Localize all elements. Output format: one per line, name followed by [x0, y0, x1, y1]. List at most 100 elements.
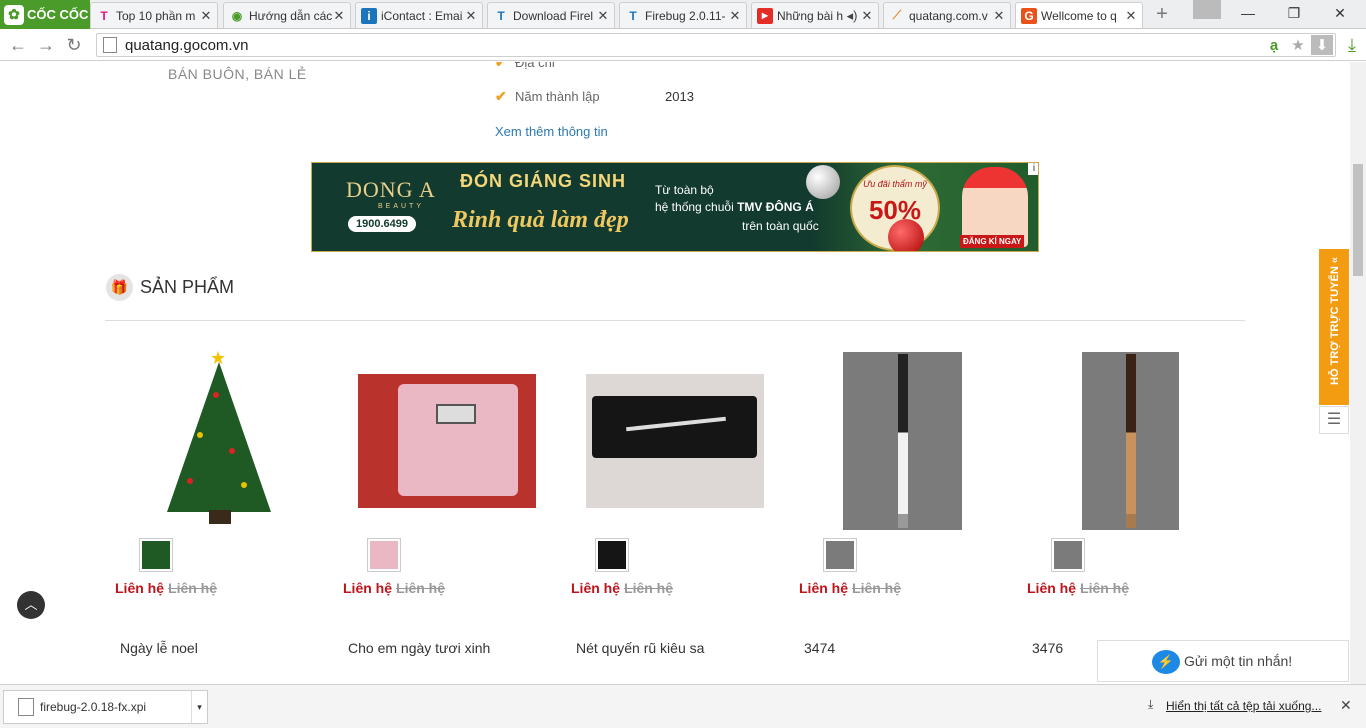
tab-strip: ✿ CỐC CỐC T Top 10 phần m ✕ ◉ Hướng dẫn … [0, 0, 1366, 29]
browser-tab[interactable]: ▶ Những bài h ◂) ✕ [751, 2, 879, 28]
product-name[interactable]: Nét quyến rũ kiêu sa [576, 640, 704, 656]
product-image[interactable] [843, 352, 962, 530]
ad-info-icon[interactable]: i [1028, 163, 1038, 175]
audio-icon[interactable]: ◂) [844, 8, 860, 24]
product-image[interactable] [1082, 352, 1179, 530]
messenger-widget[interactable]: ⚡ Gửi một tin nhắn! [1097, 640, 1349, 682]
banner-brand: DONG A [346, 177, 436, 202]
banner-brand-sub: BEAUTY [378, 203, 425, 210]
product-price: Liên hệ Liên hệ [115, 580, 217, 596]
scrollbar[interactable] [1350, 62, 1366, 684]
badge-text: Ưu đãi thẩm mỹ [863, 179, 927, 189]
back-arrow-icon[interactable]: ← [6, 34, 30, 56]
close-tab-icon[interactable]: ✕ [860, 8, 874, 24]
price-old: Liên hệ [1080, 580, 1130, 596]
banner-slogan: Rinh quà làm đẹp [452, 207, 629, 233]
promo-banner[interactable]: DONG A BEAUTY 1900.6499 ĐÓN GIÁNG SINH R… [311, 162, 1039, 252]
close-icon[interactable]: ✕ [1340, 697, 1352, 714]
vietnamese-input-icon[interactable]: ạ [1263, 35, 1285, 55]
support-tab-label: HỖ TRỢ TRỰC TUYẾN « [1329, 257, 1341, 385]
close-tab-icon[interactable]: ✕ [992, 8, 1006, 24]
price-current: Liên hệ [799, 580, 849, 596]
product-price: Liên hệ Liên hệ [343, 580, 445, 596]
info-row-founded: ✔ Năm thành lập 2013 [495, 88, 694, 105]
close-tab-icon[interactable]: ✕ [332, 8, 346, 24]
product-name[interactable]: 3474 [804, 640, 835, 656]
product-thumbnail[interactable] [823, 538, 857, 572]
browser-tab[interactable]: i iContact : Emai ✕ [355, 2, 483, 28]
browser-tab[interactable]: ◉ Hướng dẫn các ✕ [223, 2, 351, 28]
product-card[interactable]: Liên hệ Liên hệ 3476 [1017, 350, 1245, 684]
minimize-button[interactable]: — [1228, 2, 1268, 24]
tab-title: iContact : Emai [381, 8, 463, 23]
close-tab-icon[interactable]: ✕ [596, 8, 610, 24]
banner-line: Từ toàn bộ [655, 183, 714, 197]
product-image[interactable] [358, 374, 536, 508]
price-old: Liên hệ [624, 580, 674, 596]
hamburger-menu-icon[interactable]: ☰ [1319, 406, 1349, 434]
back-to-top-button[interactable]: ︿ [17, 591, 45, 619]
price-old: Liên hệ [852, 580, 902, 596]
price-current: Liên hệ [1027, 580, 1077, 596]
toolbar: ← → ↻ quatang.gocom.vn ạ ★ ⬇ ⤓ [0, 29, 1366, 61]
banner-line: trên toàn quốc [742, 219, 819, 233]
product-name[interactable]: 3476 [1032, 640, 1063, 656]
info-row-address: ✔ Địa chỉ [495, 62, 665, 71]
restore-button[interactable]: ❐ [1274, 2, 1314, 24]
download-item[interactable]: firebug-2.0.18-fx.xpi ▾ [3, 690, 208, 724]
bookmark-star-icon[interactable]: ★ [1287, 35, 1309, 55]
close-tab-icon[interactable]: ✕ [464, 8, 478, 24]
register-button[interactable]: ĐĂNG KÍ NGAY [960, 235, 1025, 248]
product-card[interactable]: Liên hệ Liên hệ 3474 [789, 350, 1017, 684]
new-tab-button[interactable]: + [1150, 3, 1174, 25]
tab-favicon-icon: ◉ [231, 8, 243, 23]
close-tab-icon[interactable]: ✕ [199, 8, 213, 24]
product-price: Liên hệ Liên hệ [571, 580, 673, 596]
section-title: SẢN PHẨM [140, 277, 235, 297]
product-thumbnail[interactable] [595, 538, 629, 572]
product-thumbnail[interactable] [367, 538, 401, 572]
download-arrow-icon: ⤓ [1148, 697, 1154, 711]
product-image[interactable]: ★ [167, 348, 271, 528]
address-bar[interactable]: quatang.gocom.vn ạ ★ ⬇ [96, 33, 1336, 57]
browser-logo[interactable]: ✿ CỐC CỐC [0, 0, 90, 29]
browser-tab[interactable]: T Top 10 phần m ✕ [90, 2, 218, 28]
browser-tab-active[interactable]: G Wellcome to q ✕ [1015, 2, 1143, 28]
product-card[interactable]: ★ Liên hệ Liên hệ Ngày lễ noel [105, 348, 333, 684]
banner-title: ĐÓN GIÁNG SINH [460, 171, 627, 191]
product-thumbnail[interactable] [1051, 538, 1085, 572]
price-current: Liên hệ [571, 580, 621, 596]
product-image[interactable] [586, 374, 764, 508]
download-bar: firebug-2.0.18-fx.xpi ▾ ⤓ Hiển thị tất c… [0, 684, 1366, 728]
reload-icon[interactable]: ↻ [62, 34, 86, 56]
close-window-button[interactable]: ✕ [1320, 2, 1360, 24]
product-name[interactable]: Ngày lễ noel [120, 640, 198, 656]
close-tab-icon[interactable]: ✕ [1124, 8, 1138, 24]
ornament-icon [806, 165, 840, 199]
profile-icon[interactable] [1193, 0, 1221, 19]
tab-title: Những bài h [777, 8, 844, 23]
gift-icon: 🎁 [106, 274, 133, 301]
check-icon: ✔ [495, 88, 507, 104]
messenger-label: Gửi một tin nhắn! [1184, 653, 1293, 669]
page-icon [103, 37, 117, 53]
product-card[interactable]: Liên hệ Liên hệ Nét quyến rũ kiêu sa [561, 350, 789, 684]
browser-tab[interactable]: T Firebug 2.0.11- ✕ [619, 2, 747, 28]
show-all-downloads-link[interactable]: Hiển thị tất cả tệp tải xuống... [1166, 699, 1321, 713]
download-video-icon[interactable]: ⬇ [1311, 35, 1333, 55]
browser-tab[interactable]: T Download Firel ✕ [487, 2, 615, 28]
forward-arrow-icon[interactable]: → [34, 34, 58, 56]
chevron-down-icon[interactable]: ▾ [191, 691, 207, 723]
tab-title: Firebug 2.0.11- [645, 8, 726, 23]
close-tab-icon[interactable]: ✕ [728, 8, 742, 24]
browser-tab[interactable]: ⟋ quatang.com.v ✕ [883, 2, 1011, 28]
scrollbar-thumb[interactable] [1353, 164, 1363, 276]
price-old: Liên hệ [168, 580, 218, 596]
more-info-link[interactable]: Xem thêm thông tin [495, 124, 608, 139]
product-card[interactable]: Liên hệ Liên hệ Cho em ngày tươi xinh [333, 350, 561, 684]
url-text: quatang.gocom.vn [125, 36, 249, 54]
product-name[interactable]: Cho em ngày tươi xinh [348, 640, 490, 656]
online-support-tab[interactable]: HỖ TRỢ TRỰC TUYẾN « [1319, 249, 1349, 405]
product-thumbnail[interactable] [139, 538, 173, 572]
download-icon[interactable]: ⤓ [1342, 35, 1362, 55]
